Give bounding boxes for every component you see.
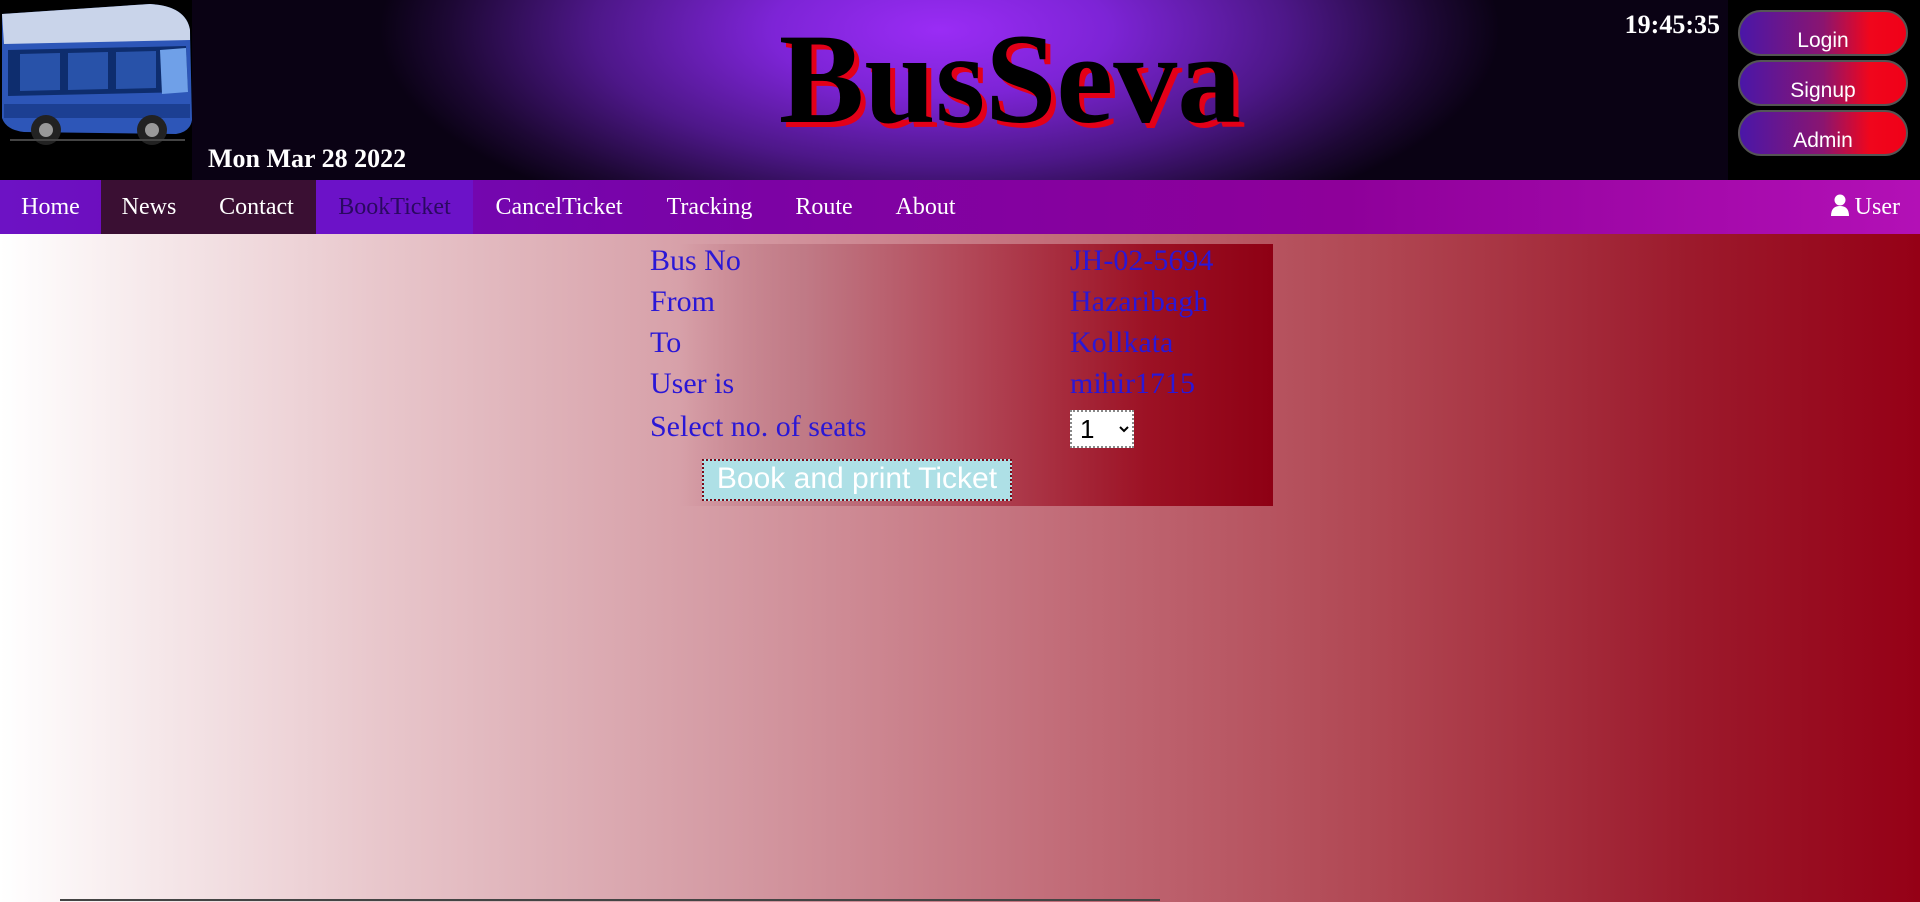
- seats-label: Select no. of seats: [650, 410, 867, 443]
- seats-select[interactable]: 1: [1070, 410, 1134, 448]
- nav-bookticket[interactable]: BookTicket: [316, 180, 473, 234]
- nav-tracking[interactable]: Tracking: [645, 180, 774, 234]
- user-icon: [1830, 194, 1849, 216]
- current-time: 19:45:35: [1624, 10, 1720, 39]
- from-value: Hazaribagh: [1070, 285, 1209, 318]
- nav-home[interactable]: Home: [0, 180, 101, 234]
- main-nav: Home News Contact BookTicket CancelTicke…: [0, 180, 1920, 234]
- user-menu[interactable]: User: [1830, 180, 1900, 234]
- bottom-divider: [60, 899, 1160, 901]
- booking-form: Bus No JH-02-5694 From Hazaribagh To Kol…: [648, 244, 1273, 506]
- to-label: To: [650, 326, 682, 359]
- nav-contact[interactable]: Contact: [197, 180, 316, 234]
- user-label: User: [1854, 194, 1900, 220]
- nav-route[interactable]: Route: [774, 180, 874, 234]
- auth-panel: Login Signup Admin: [1728, 0, 1920, 180]
- from-label: From: [650, 285, 716, 318]
- header: Mon Mar 28 2022 BusSeva 19:45:35 Login S…: [0, 0, 1920, 180]
- user-is-label: User is: [650, 367, 735, 400]
- bus-no-label: Bus No: [650, 244, 741, 277]
- signup-button[interactable]: Signup: [1738, 60, 1908, 106]
- bus-icon: [0, 0, 192, 180]
- bus-logo: [0, 0, 192, 180]
- to-value: Kollkata: [1070, 326, 1174, 359]
- bus-no-value: JH-02-5694: [1070, 244, 1214, 277]
- login-button[interactable]: Login: [1738, 10, 1908, 56]
- user-is-value: mihir1715: [1070, 367, 1195, 400]
- book-and-print-button[interactable]: Book and print Ticket: [702, 459, 1012, 501]
- nav-cancelticket[interactable]: CancelTicket: [473, 180, 645, 234]
- admin-button[interactable]: Admin: [1738, 110, 1908, 156]
- brand-title: BusSeva: [778, 8, 1242, 150]
- nav-about[interactable]: About: [874, 180, 977, 234]
- nav-news[interactable]: News: [101, 180, 197, 234]
- current-date: Mon Mar 28 2022: [208, 144, 407, 173]
